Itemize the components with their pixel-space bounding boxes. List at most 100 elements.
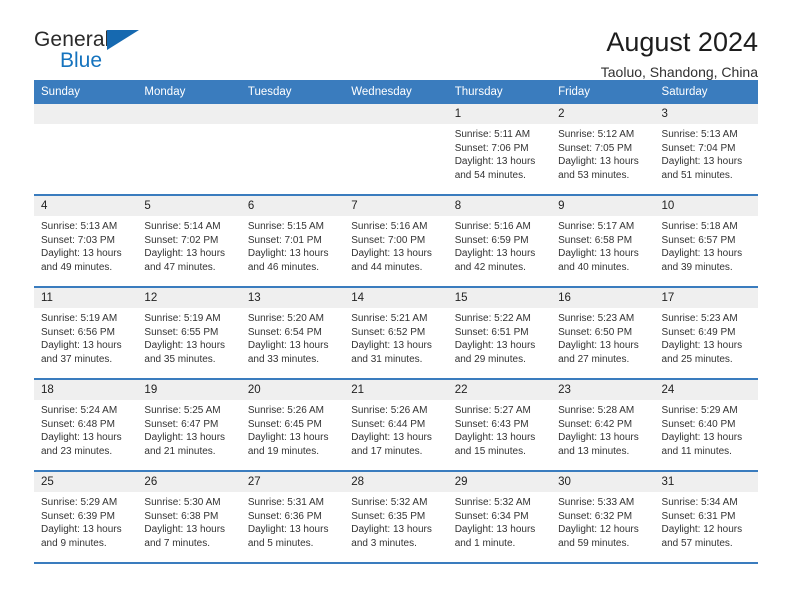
sunset-text: Sunset: 6:43 PM [454, 418, 529, 430]
sunset-text: Sunset: 6:56 PM [41, 326, 115, 338]
daylight-text-line1: Daylight: 13 hours [144, 340, 226, 351]
calendar-day-cell[interactable]: 17 Sunrise: 5:23 AM Sunset: 6:49 PM Dayligh… [654, 287, 758, 380]
daylight-text-line1: Daylight: 13 hours [558, 432, 639, 443]
daylight-text-line2: and 59 minutes. [558, 537, 630, 549]
calendar-week-row: 1 Sunrise: 5:11 AM Sunset: 7:06 PM Daylight… [34, 104, 758, 196]
weekday-header-wednesday: Wednesday [344, 80, 448, 104]
weekday-header-saturday: Saturday [654, 80, 758, 104]
calendar-day-cell[interactable]: 3 Sunrise: 5:13 AM Sunset: 7:04 PM Daylight… [654, 104, 758, 196]
daylight-text-line1: Daylight: 13 hours [144, 524, 226, 535]
calendar-week-row: 4 Sunrise: 5:13 AM Sunset: 7:03 PM Daylight… [34, 195, 758, 288]
calendar-day-cell[interactable]: 27 Sunrise: 5:31 AM Sunset: 6:36 PM Dayligh… [240, 471, 345, 564]
daylight-text-line1: Daylight: 13 hours [454, 340, 536, 351]
calendar-day-cell[interactable]: 9 Sunrise: 5:17 AM Sunset: 6:58 PM Daylight… [551, 195, 655, 288]
daylight-text-line2: and 29 minutes. [454, 353, 526, 365]
sunset-text: Sunset: 6:42 PM [558, 418, 633, 430]
sunrise-text: Sunrise: 5:29 AM [41, 497, 118, 508]
sunset-text: Sunset: 7:02 PM [144, 234, 219, 246]
daylight-text-line2: and 47 minutes. [144, 261, 216, 273]
calendar-day-cell[interactable]: 14 Sunrise: 5:21 AM Sunset: 6:52 PM Dayligh… [344, 287, 448, 380]
day-number: 16 [551, 288, 655, 308]
day-number: 1 [447, 104, 552, 124]
day-details: Sunrise: 5:26 AM Sunset: 6:44 PM Daylight:… [344, 400, 447, 458]
daylight-text-line2: and 54 minutes. [454, 169, 526, 181]
page-header: General Blue August 2024 Taoluo, Shandon… [34, 0, 758, 80]
day-number: 21 [344, 380, 448, 400]
calendar-header-row: Sunday Monday Tuesday Wednesday Thursday… [34, 80, 758, 104]
calendar-day-cell[interactable]: 18 Sunrise: 5:24 AM Sunset: 6:48 PM Dayligh… [34, 379, 138, 472]
day-details: Sunrise: 5:30 AM Sunset: 6:38 PM Daylight:… [137, 492, 240, 550]
calendar-day-cell[interactable]: 30 Sunrise: 5:33 AM Sunset: 6:32 PM Dayligh… [551, 471, 655, 564]
calendar-day-cell[interactable]: 1 Sunrise: 5:11 AM Sunset: 7:06 PM Daylight… [447, 104, 552, 196]
calendar-day-cell[interactable]: 13 Sunrise: 5:20 AM Sunset: 6:54 PM Dayligh… [240, 287, 345, 380]
daylight-text-line2: and 44 minutes. [351, 261, 423, 273]
calendar-day-cell[interactable]: 19 Sunrise: 5:25 AM Sunset: 6:47 PM Dayligh… [137, 379, 241, 472]
daylight-text-line2: and 51 minutes. [661, 169, 733, 181]
calendar-day-cell[interactable]: 8 Sunrise: 5:16 AM Sunset: 6:59 PM Daylight… [447, 195, 552, 288]
calendar-day-cell[interactable]: 28 Sunrise: 5:32 AM Sunset: 6:35 PM Dayligh… [344, 471, 448, 564]
sunset-text: Sunset: 6:51 PM [454, 326, 529, 338]
daylight-text-line2: and 39 minutes. [661, 261, 733, 273]
calendar-day-cell[interactable]: 22 Sunrise: 5:27 AM Sunset: 6:43 PM Dayligh… [447, 379, 552, 472]
calendar-day-cell[interactable]: 12 Sunrise: 5:19 AM Sunset: 6:55 PM Dayligh… [137, 287, 241, 380]
daylight-text-line1: Daylight: 13 hours [41, 248, 122, 259]
calendar-day-cell[interactable]: 29 Sunrise: 5:32 AM Sunset: 6:34 PM Dayligh… [447, 471, 552, 564]
sunrise-text: Sunrise: 5:13 AM [41, 221, 118, 232]
day-details: Sunrise: 5:18 AM Sunset: 6:57 PM Daylight:… [655, 216, 758, 274]
calendar-day-cell[interactable]: 16 Sunrise: 5:23 AM Sunset: 6:50 PM Dayligh… [551, 287, 655, 380]
sunrise-text: Sunrise: 5:21 AM [351, 313, 428, 324]
day-details: Sunrise: 5:32 AM Sunset: 6:34 PM Daylight:… [448, 492, 551, 550]
daylight-text-line2: and 9 minutes. [41, 537, 107, 549]
general-blue-logo[interactable]: General Blue [34, 26, 164, 71]
day-number: 24 [654, 380, 758, 400]
daylight-text-line1: Daylight: 13 hours [454, 432, 536, 443]
sunset-text: Sunset: 6:49 PM [661, 326, 736, 338]
calendar-day-cell[interactable]: 10 Sunrise: 5:18 AM Sunset: 6:57 PM Dayligh… [654, 195, 758, 288]
day-number: 9 [551, 196, 655, 216]
sunrise-text: Sunrise: 5:33 AM [558, 497, 635, 508]
sunrise-text: Sunrise: 5:26 AM [247, 405, 324, 416]
calendar-week-row: 11 Sunrise: 5:19 AM Sunset: 6:56 PM Dayligh… [34, 287, 758, 380]
sunrise-text: Sunrise: 5:23 AM [558, 313, 635, 324]
day-details: Sunrise: 5:22 AM Sunset: 6:51 PM Daylight:… [448, 308, 551, 366]
sunrise-text: Sunrise: 5:16 AM [351, 221, 428, 232]
day-details: Sunrise: 5:25 AM Sunset: 6:47 PM Daylight:… [137, 400, 240, 458]
day-details: Sunrise: 5:26 AM Sunset: 6:45 PM Daylight:… [241, 400, 344, 458]
day-details: Sunrise: 5:20 AM Sunset: 6:54 PM Daylight:… [241, 308, 344, 366]
daylight-text-line1: Daylight: 13 hours [247, 340, 329, 351]
logo-text-general: General [34, 28, 110, 51]
day-number: 3 [654, 104, 758, 124]
calendar-day-cell[interactable]: 7 Sunrise: 5:16 AM Sunset: 7:00 PM Daylight… [344, 195, 448, 288]
sunset-text: Sunset: 7:00 PM [351, 234, 426, 246]
calendar-day-cell[interactable]: 6 Sunrise: 5:15 AM Sunset: 7:01 PM Daylight… [240, 195, 345, 288]
day-details: Sunrise: 5:21 AM Sunset: 6:52 PM Daylight:… [344, 308, 447, 366]
sunset-text: Sunset: 6:45 PM [247, 418, 322, 430]
day-number [137, 104, 241, 124]
calendar-day-cell[interactable]: 20 Sunrise: 5:26 AM Sunset: 6:45 PM Dayligh… [240, 379, 345, 472]
calendar-day-cell[interactable]: 26 Sunrise: 5:30 AM Sunset: 6:38 PM Dayligh… [137, 471, 241, 564]
day-number: 26 [137, 472, 241, 492]
sunrise-text: Sunrise: 5:23 AM [661, 313, 738, 324]
sunrise-text: Sunrise: 5:19 AM [41, 313, 118, 324]
calendar-day-cell[interactable]: 15 Sunrise: 5:22 AM Sunset: 6:51 PM Dayligh… [447, 287, 552, 380]
calendar-day-cell-empty [344, 104, 448, 196]
sunrise-text: Sunrise: 5:12 AM [558, 129, 635, 140]
calendar-day-cell[interactable]: 11 Sunrise: 5:19 AM Sunset: 6:56 PM Dayligh… [34, 287, 138, 380]
daylight-text-line2: and 19 minutes. [247, 445, 320, 457]
calendar-day-cell[interactable]: 31 Sunrise: 5:34 AM Sunset: 6:31 PM Dayligh… [654, 471, 758, 564]
daylight-text-line1: Daylight: 12 hours [558, 524, 639, 535]
sunset-text: Sunset: 7:01 PM [247, 234, 322, 246]
calendar-day-cell[interactable]: 5 Sunrise: 5:14 AM Sunset: 7:02 PM Daylight… [137, 195, 241, 288]
sunset-text: Sunset: 6:36 PM [247, 510, 322, 522]
sunrise-text: Sunrise: 5:24 AM [41, 405, 118, 416]
calendar-day-cell[interactable]: 2 Sunrise: 5:12 AM Sunset: 7:05 PM Daylight… [551, 104, 655, 196]
calendar-day-cell[interactable]: 21 Sunrise: 5:26 AM Sunset: 6:44 PM Dayligh… [344, 379, 448, 472]
calendar-day-cell[interactable]: 25 Sunrise: 5:29 AM Sunset: 6:39 PM Dayligh… [34, 471, 138, 564]
day-details: Sunrise: 5:23 AM Sunset: 6:49 PM Daylight:… [655, 308, 758, 366]
daylight-text-line1: Daylight: 13 hours [558, 156, 639, 167]
calendar-day-cell[interactable]: 4 Sunrise: 5:13 AM Sunset: 7:03 PM Daylight… [34, 195, 138, 288]
calendar-day-cell[interactable]: 24 Sunrise: 5:29 AM Sunset: 6:40 PM Dayligh… [654, 379, 758, 472]
calendar-day-cell[interactable]: 23 Sunrise: 5:28 AM Sunset: 6:42 PM Dayligh… [551, 379, 655, 472]
daylight-text-line2: and 42 minutes. [454, 261, 526, 273]
sunset-text: Sunset: 6:58 PM [558, 234, 633, 246]
